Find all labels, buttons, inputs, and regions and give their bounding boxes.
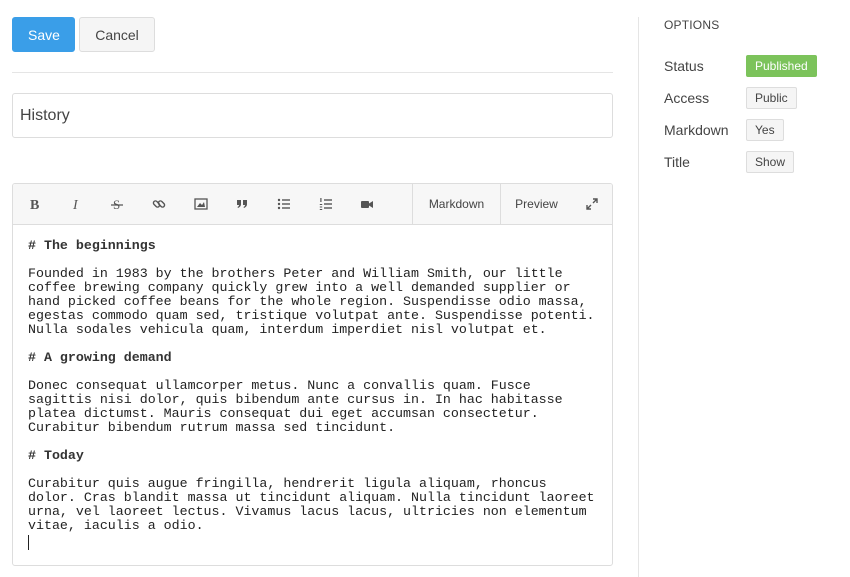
text-line: Curabitur bibendum rutrum massa sed tinc… xyxy=(28,420,396,435)
title-input[interactable] xyxy=(12,93,613,138)
sidebar-title: OPTIONS xyxy=(664,18,720,32)
option-status: Status Published xyxy=(664,55,844,77)
heading-line: # Today xyxy=(28,448,84,463)
title-badge[interactable]: Show xyxy=(746,151,795,173)
text-line: coffee brewing company quickly grew into… xyxy=(28,280,571,295)
strikethrough-icon[interactable]: S xyxy=(96,184,138,224)
markdown-badge[interactable]: Yes xyxy=(746,119,784,141)
text-line: platea dictumst. Mauris consequat dui eg… xyxy=(28,406,539,421)
option-markdown: Markdown Yes xyxy=(664,119,844,141)
cancel-button[interactable]: Cancel xyxy=(79,17,155,52)
option-access: Access Public xyxy=(664,87,844,109)
save-button[interactable]: Save xyxy=(12,17,75,52)
editor-content[interactable]: # The beginnings Founded in 1983 by the … xyxy=(13,225,612,550)
text-line: sagittis nisi dolor, quis bibendum ante … xyxy=(28,392,563,407)
italic-icon[interactable]: I xyxy=(55,184,97,224)
text-line: egestas commodo quam sed, tristique volu… xyxy=(28,308,595,323)
option-label: Access xyxy=(664,90,710,106)
bold-icon[interactable]: B xyxy=(13,184,55,224)
status-badge[interactable]: Published xyxy=(746,55,817,77)
access-badge[interactable]: Public xyxy=(746,87,797,109)
text-line: urna, vel laoreet lectus. Vivamus lacus … xyxy=(28,504,587,519)
video-icon[interactable] xyxy=(347,184,389,224)
svg-text:I: I xyxy=(72,198,79,211)
action-bar: Save Cancel xyxy=(12,17,155,52)
markdown-editor: B I S Markdown Preview # The beginnings … xyxy=(12,183,613,566)
option-title: Title Show xyxy=(664,151,844,173)
preview-tab[interactable]: Preview xyxy=(500,184,572,224)
text-line: hand picked coffee beans for the whole r… xyxy=(28,294,587,309)
editor-panel: Save Cancel B I S xyxy=(12,0,613,577)
divider xyxy=(12,72,613,73)
text-line: Curabitur quis augue fringilla, hendreri… xyxy=(28,476,547,491)
heading-line: # A growing demand xyxy=(28,350,172,365)
heading-line: # The beginnings xyxy=(28,238,156,253)
svg-text:S: S xyxy=(113,197,120,211)
editor-toolbar: B I S Markdown Preview xyxy=(13,184,612,225)
link-icon[interactable] xyxy=(138,184,180,224)
text-line: Donec consequat ullamcorper metus. Nunc … xyxy=(28,378,531,393)
option-label: Status xyxy=(664,58,704,74)
text-line: dolor. Cras blandit massa ut tincidunt a… xyxy=(28,490,595,505)
sidebar-divider xyxy=(638,17,639,577)
image-icon[interactable] xyxy=(180,184,222,224)
svg-text:B: B xyxy=(30,198,39,211)
text-line: vitae, iaculis a odio. xyxy=(28,518,204,533)
option-label: Markdown xyxy=(664,122,729,138)
text-caret xyxy=(28,535,29,550)
option-label: Title xyxy=(664,154,690,170)
bullet-list-icon[interactable] xyxy=(263,184,305,224)
blockquote-icon[interactable] xyxy=(221,184,263,224)
numbered-list-icon[interactable] xyxy=(305,184,347,224)
text-line: Founded in 1983 by the brothers Peter an… xyxy=(28,266,563,281)
text-line: Nulla sodales vehicula quam, interdum im… xyxy=(28,322,547,337)
expand-icon[interactable] xyxy=(572,184,612,224)
markdown-tab[interactable]: Markdown xyxy=(412,184,500,224)
